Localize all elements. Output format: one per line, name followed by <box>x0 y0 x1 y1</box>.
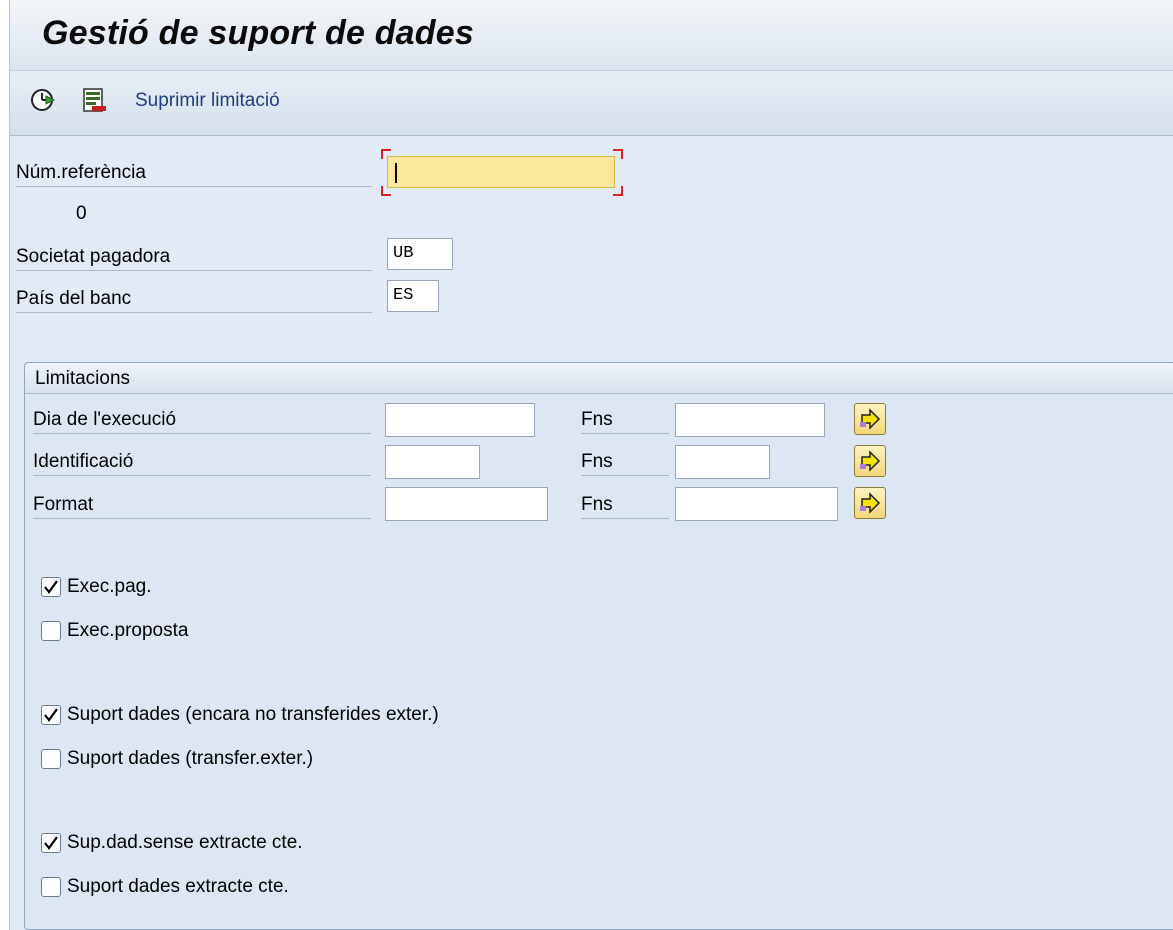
format-multiple-selection-button[interactable] <box>854 487 886 519</box>
company-input[interactable]: UB <box>387 238 453 270</box>
format-to-input[interactable] <box>675 487 838 521</box>
country-label: País del banc <box>16 288 372 313</box>
checkmark-icon <box>44 708 58 722</box>
identification-multiple-selection-button[interactable] <box>854 445 886 477</box>
arrow-right-icon <box>860 450 881 472</box>
proposal-run-checkbox[interactable] <box>41 621 61 641</box>
execution-date-to-input[interactable] <box>675 403 825 437</box>
identification-to-input[interactable] <box>675 445 770 479</box>
identification-label: Identificació <box>33 451 371 476</box>
arrow-right-icon <box>860 492 881 514</box>
without-statement-label: Sup.dad.sense extracte cte. <box>67 832 303 853</box>
country-input[interactable]: ES <box>387 280 439 312</box>
limitations-header: Limitacions <box>25 363 1173 394</box>
company-label: Societat pagadora <box>16 246 372 271</box>
not-transferred-label: Suport dades (encara no transferides ext… <box>67 704 439 725</box>
transferred-checkbox[interactable] <box>41 749 61 769</box>
format-label: Format <box>33 494 371 519</box>
left-frame <box>0 0 10 930</box>
selection-screen: Núm.referència 0 Societat pagadora UB Pa… <box>10 136 1173 930</box>
checkmark-icon <box>44 580 58 594</box>
application-toolbar: Suprimir limitació <box>10 71 1173 136</box>
execution-date-to-label: Fns <box>581 409 669 434</box>
limitations-title: Limitacions <box>35 368 131 389</box>
text-cursor <box>395 163 397 183</box>
transferred-label: Suport dades (transfer.exter.) <box>67 748 314 769</box>
save-variant-icon[interactable] <box>82 87 108 113</box>
identification-from-input[interactable] <box>385 445 480 479</box>
without-statement-checkbox[interactable] <box>41 833 61 853</box>
not-transferred-checkbox[interactable] <box>41 705 61 725</box>
arrow-right-icon <box>860 408 881 430</box>
format-from-input[interactable] <box>385 487 548 521</box>
remove-restriction-link[interactable]: Suprimir limitació <box>135 90 280 112</box>
reference-count: 0 <box>76 203 87 224</box>
payment-run-label: Exec.pag. <box>67 576 152 597</box>
execution-date-from-input[interactable] <box>385 403 535 437</box>
execution-date-label: Dia de l'execució <box>33 409 371 434</box>
title-bar: Gestió de suport de dades <box>10 0 1173 71</box>
limitations-group: Limitacions Dia de l'execució Fns Identi… <box>24 362 1173 930</box>
focus-bracket-top-right <box>613 149 623 159</box>
page-title: Gestió de suport de dades <box>42 14 474 52</box>
with-statement-checkbox[interactable] <box>41 877 61 897</box>
identification-to-label: Fns <box>581 451 669 476</box>
window: Gestió de suport de dades Suprimir limit… <box>0 0 1173 930</box>
focus-bracket-top-left <box>381 149 391 159</box>
payment-run-checkbox[interactable] <box>41 577 61 597</box>
clock-execute-icon[interactable] <box>30 87 56 113</box>
format-to-label: Fns <box>581 494 669 519</box>
proposal-run-label: Exec.proposta <box>67 620 189 641</box>
reference-input[interactable] <box>387 156 615 188</box>
checkmark-icon <box>44 836 58 850</box>
focus-bracket-bottom-right <box>613 186 623 196</box>
focus-bracket-bottom-left <box>381 186 391 196</box>
with-statement-label: Suport dades extracte cte. <box>67 876 289 897</box>
execution-date-multiple-selection-button[interactable] <box>854 403 886 435</box>
reference-label: Núm.referència <box>16 162 372 187</box>
